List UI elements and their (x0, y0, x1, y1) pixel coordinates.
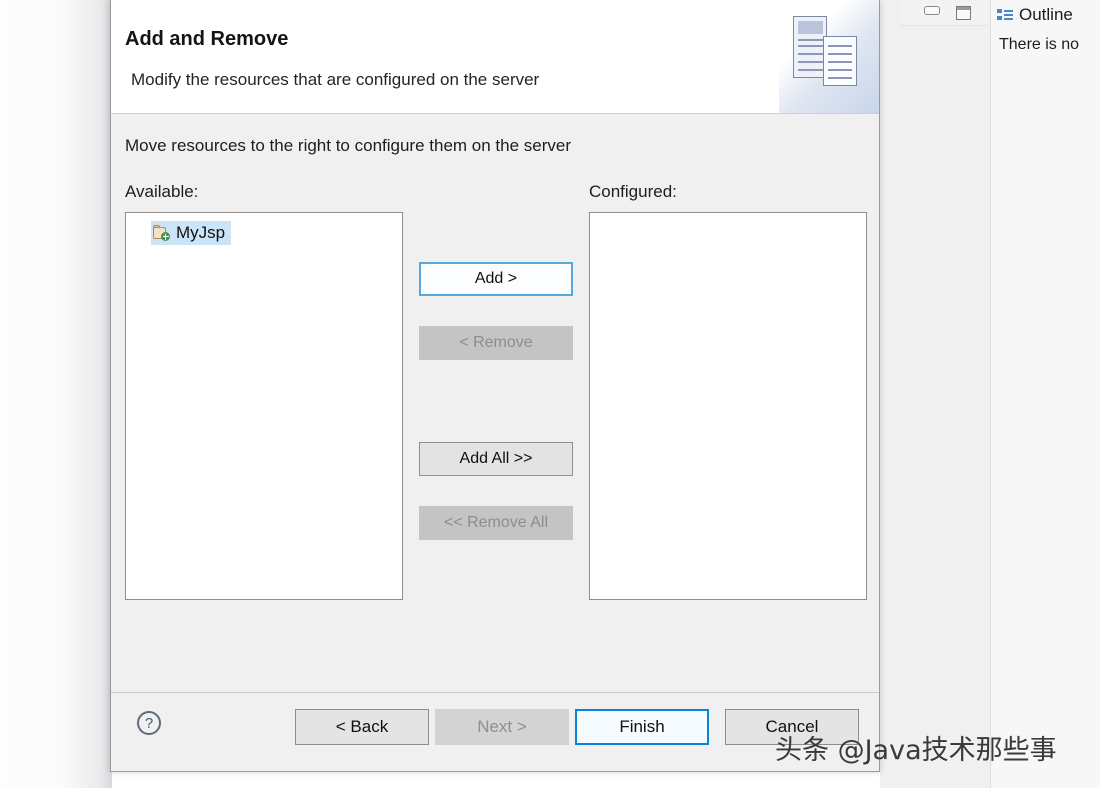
instruction-text: Move resources to the right to configure… (125, 136, 572, 155)
watermark: 头条 @Java技术那些事 (775, 735, 1057, 766)
ide-left-editor-area (0, 0, 112, 788)
ide-background-panel (880, 0, 990, 788)
page-subtitle: Modify the resources that are configured… (131, 70, 540, 89)
back-button[interactable]: < Back (295, 709, 429, 745)
outline-tree-icon (997, 8, 1013, 23)
add-button[interactable]: Add > (419, 262, 573, 296)
minimize-icon[interactable] (924, 6, 940, 15)
dialog-footer: ? < Back Next > Finish Cancel (111, 692, 879, 770)
maximize-icon[interactable] (956, 6, 971, 20)
add-all-button[interactable]: Add All >> (419, 442, 573, 476)
list-item-label: MyJsp (176, 223, 226, 242)
available-label: Available: (125, 182, 199, 201)
help-question-icon[interactable]: ? (137, 711, 161, 735)
configured-resources-list[interactable] (589, 212, 867, 600)
tab-outline[interactable]: Outline (991, 0, 1100, 30)
view-toolbar (900, 0, 988, 26)
screen: Outline There is no Add and Remove Modif… (0, 0, 1100, 788)
outline-view: Outline There is no (990, 0, 1100, 788)
project-module-add-icon (153, 225, 170, 241)
next-button: Next > (435, 709, 569, 745)
remove-all-button: << Remove All (419, 506, 573, 540)
list-item[interactable]: MyJsp (151, 221, 232, 245)
available-resources-list[interactable]: MyJsp (125, 212, 403, 600)
outline-empty-message: There is no (999, 36, 1080, 53)
add-and-remove-dialog: Add and Remove Modify the resources that… (110, 0, 880, 772)
configured-label: Configured: (589, 182, 677, 201)
page-title: Add and Remove (125, 28, 289, 50)
dialog-header: Add and Remove Modify the resources that… (111, 0, 879, 114)
remove-button: < Remove (419, 326, 573, 360)
dialog-body: Move resources to the right to configure… (111, 114, 879, 692)
outline-tab-label: Outline (1019, 5, 1073, 24)
finish-button[interactable]: Finish (575, 709, 709, 745)
server-documents-banner-icon (779, 0, 879, 113)
